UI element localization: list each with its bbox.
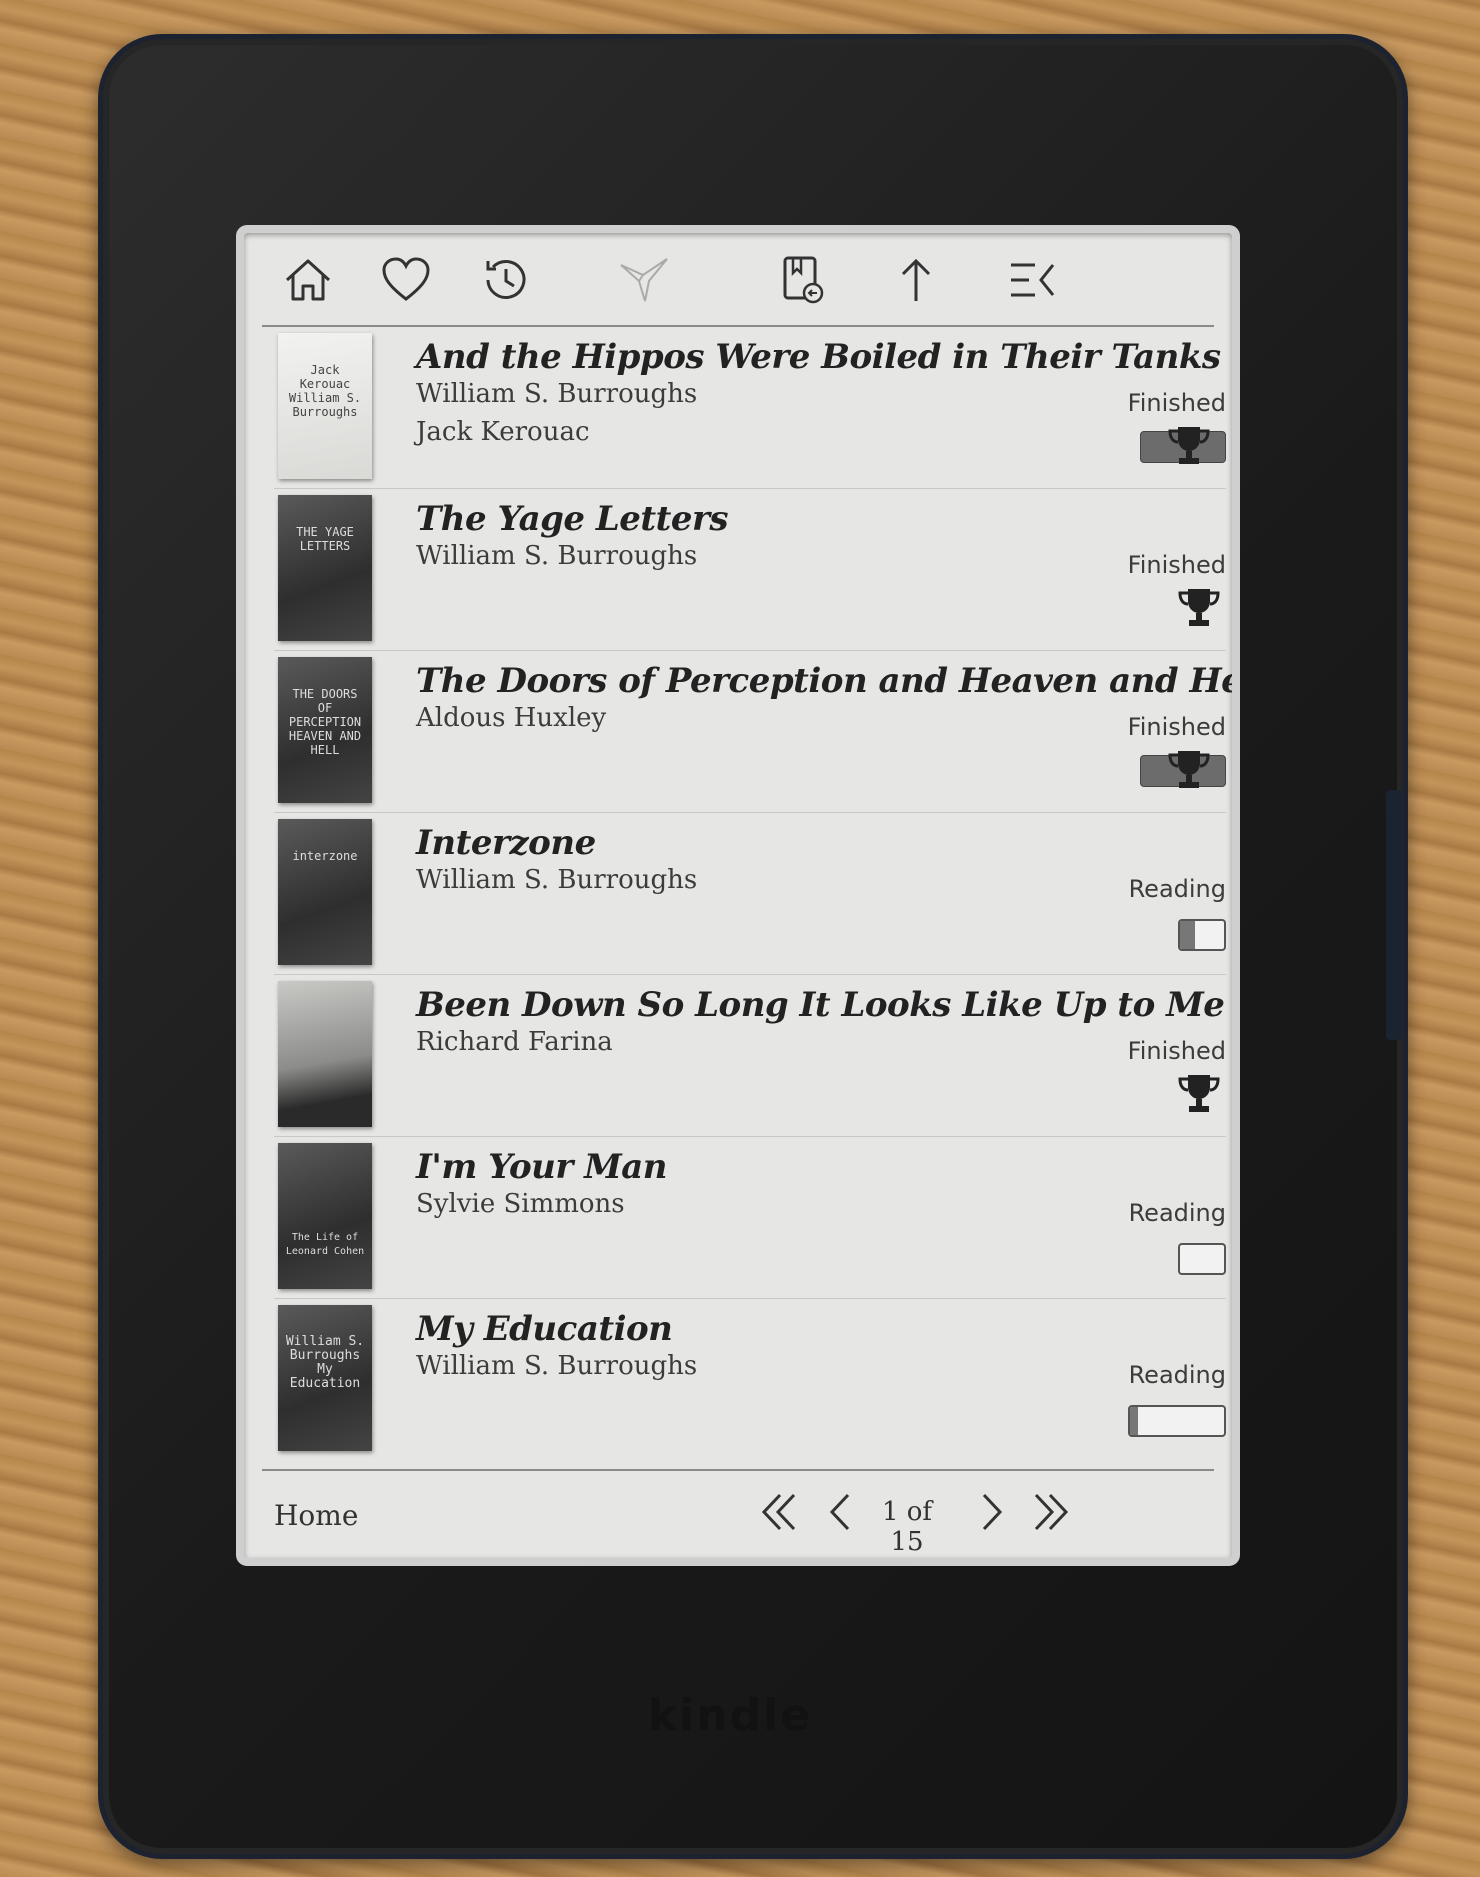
menu-icon[interactable] — [1002, 251, 1062, 309]
book-cover — [278, 981, 372, 1127]
previous-page-icon[interactable] — [816, 1487, 866, 1537]
book-author: Richard Farina — [416, 1027, 613, 1057]
progress-fill — [1180, 921, 1196, 949]
book-cover: THE YAGE LETTERS — [278, 495, 372, 641]
progress-bar — [1178, 919, 1226, 951]
book-cover: The Life of Leonard Cohen — [278, 1143, 372, 1289]
book-author: William S. Burroughs — [416, 865, 698, 895]
upload-icon[interactable] — [886, 251, 946, 309]
book-cover: THE DOORS OF PERCEPTION HEAVEN AND HELL — [278, 657, 372, 803]
status-label: Reading — [1128, 875, 1226, 903]
book-author: Jack Kerouac — [416, 417, 590, 447]
status-label: Finished — [1127, 1037, 1226, 1065]
next-page-icon[interactable] — [966, 1487, 1016, 1537]
bird-icon[interactable] — [614, 251, 674, 309]
book-cover: interzone — [278, 819, 372, 965]
list-item[interactable]: THE DOORS OF PERCEPTION HEAVEN AND HELL … — [274, 651, 1232, 813]
book-title: I'm Your Man — [416, 1147, 667, 1187]
top-toolbar — [262, 233, 1214, 327]
list-item[interactable]: interzone Interzone William S. Burroughs… — [274, 813, 1226, 975]
trophy-icon — [1168, 751, 1210, 788]
heart-icon[interactable] — [376, 251, 436, 309]
book-cover: Jack Kerouac William S. Burroughs — [278, 333, 372, 479]
trophy-icon — [1168, 427, 1210, 464]
screen: Jack Kerouac William S. Burroughs And th… — [244, 233, 1232, 1558]
list-item[interactable]: The Life of Leonard Cohen I'm Your Man S… — [274, 1137, 1226, 1299]
book-cover: William S. Burroughs My Education — [278, 1305, 372, 1451]
last-page-icon[interactable] — [1026, 1487, 1076, 1537]
list-item[interactable]: Been Down So Long It Looks Like Up to Me… — [274, 975, 1226, 1137]
book-author: Aldous Huxley — [416, 703, 607, 733]
book-author: William S. Burroughs — [416, 541, 698, 571]
book-title: The Doors of Perception and Heaven and H… — [416, 661, 1232, 701]
first-page-icon[interactable] — [754, 1487, 804, 1537]
footer-bar: Home 1 of 15 — [262, 1469, 1214, 1558]
brand-logo: kindle — [648, 1690, 813, 1741]
status-label: Reading — [1128, 1361, 1226, 1389]
book-title: Been Down So Long It Looks Like Up to Me — [416, 985, 1225, 1025]
book-author: William S. Burroughs — [416, 379, 698, 409]
status-label: Finished — [1127, 551, 1226, 579]
power-button[interactable] — [1386, 790, 1402, 1040]
trophy-icon — [1178, 1075, 1220, 1112]
page-indicator: 1 of 15 — [881, 1497, 933, 1557]
trophy-icon — [1178, 589, 1220, 626]
book-title: My Education — [416, 1309, 673, 1349]
book-title: And the Hippos Were Boiled in Their Tank… — [416, 337, 1221, 377]
book-author: William S. Burroughs — [416, 1351, 698, 1381]
progress-bar — [1178, 1243, 1226, 1275]
bookmark-icon[interactable] — [772, 251, 832, 309]
book-author: Sylvie Simmons — [416, 1189, 625, 1219]
home-link[interactable]: Home — [274, 1499, 358, 1532]
status-label: Reading — [1128, 1199, 1226, 1227]
home-icon[interactable] — [278, 251, 338, 309]
status-label: Finished — [1127, 713, 1226, 741]
progress-bar — [1128, 1405, 1226, 1437]
list-item[interactable]: THE YAGE LETTERS The Yage Letters Willia… — [274, 489, 1226, 651]
status-label: Finished — [1127, 389, 1226, 417]
list-item[interactable]: Jack Kerouac William S. Burroughs And th… — [274, 327, 1226, 489]
book-list: Jack Kerouac William S. Burroughs And th… — [274, 327, 1232, 1460]
progress-fill — [1130, 1407, 1138, 1435]
book-title: The Yage Letters — [416, 499, 729, 539]
list-item[interactable]: William S. Burroughs My Education My Edu… — [274, 1299, 1226, 1460]
history-icon[interactable] — [476, 251, 536, 309]
book-title: Interzone — [416, 823, 596, 863]
